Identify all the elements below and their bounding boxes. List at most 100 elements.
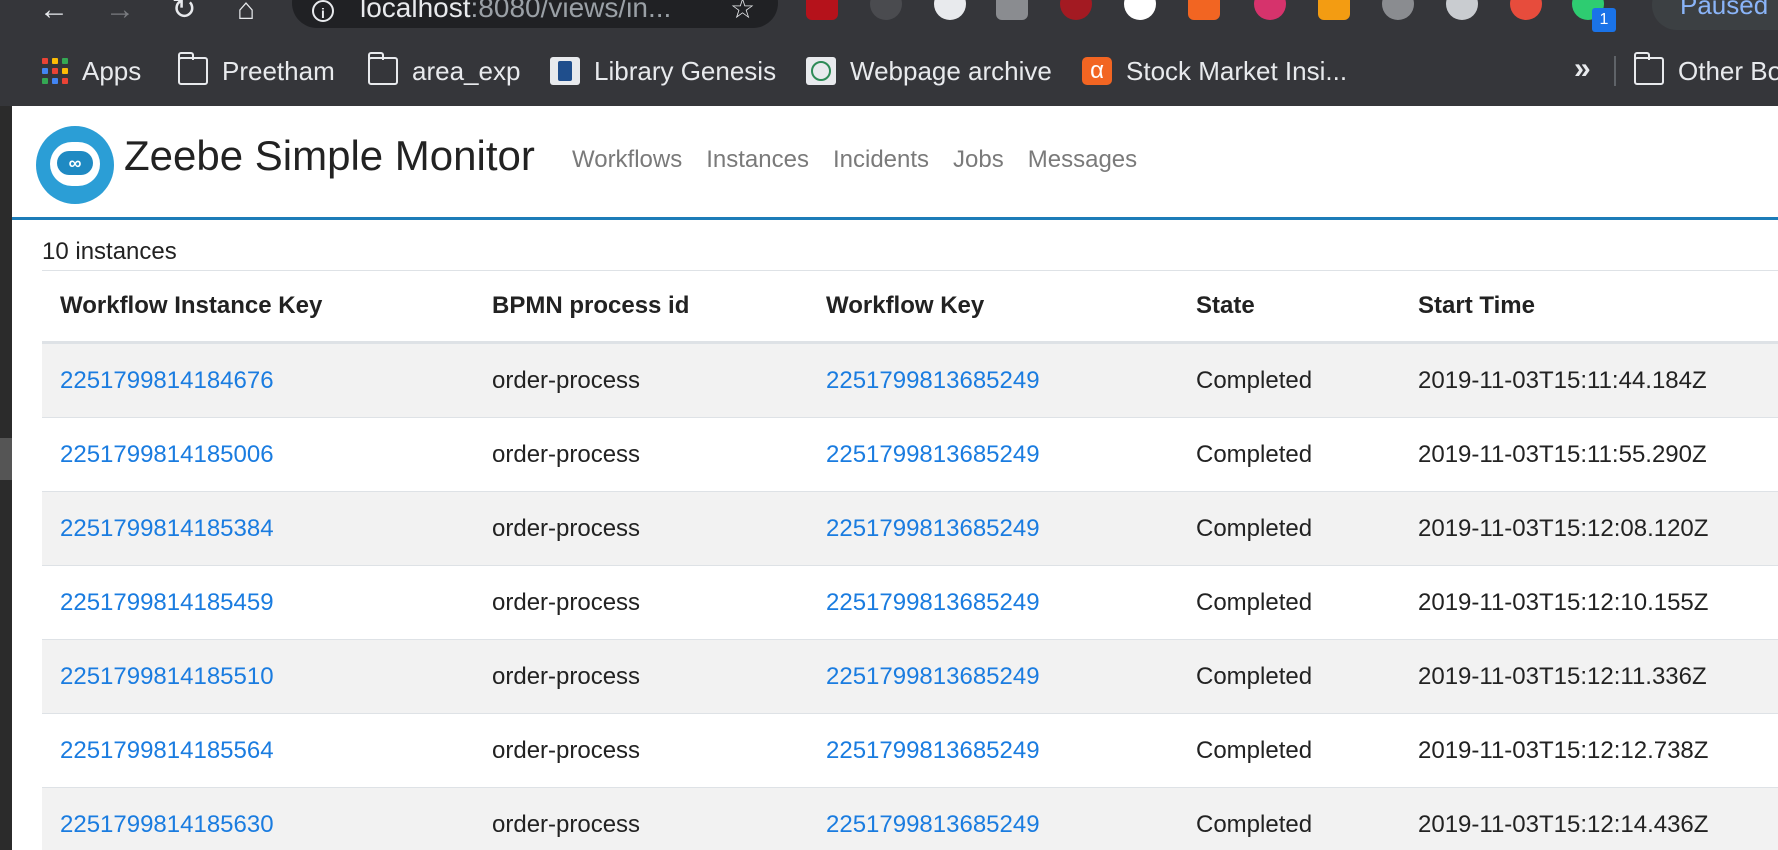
bookmark-other-bookmarks[interactable]: Other Bo	[1634, 52, 1778, 88]
rss-icon[interactable]	[1188, 0, 1220, 20]
nav-workflows[interactable]: Workflows	[572, 146, 682, 174]
bpmn-process-id-cell: order-process	[474, 713, 808, 788]
library-icon	[550, 57, 580, 85]
bookmark-star-icon[interactable]: ☆	[730, 0, 755, 25]
start-time-cell: 2019-11-03T15:12:10.155Z	[1400, 565, 1778, 640]
download-icon[interactable]	[1382, 0, 1414, 20]
extension-search-icon[interactable]	[870, 0, 902, 20]
zeebe-robot-logo-icon[interactable]: ∞	[36, 126, 114, 204]
start-time-cell: 2019-11-03T15:12:14.436Z	[1400, 787, 1778, 850]
workflow-key-link[interactable]: 2251799813685249	[826, 367, 1040, 394]
bpmn-process-id-cell: order-process	[474, 491, 808, 566]
workflow-key-link[interactable]: 2251799813685249	[826, 441, 1040, 468]
column-header-start-time: Start Time	[1400, 271, 1778, 344]
bookmark-preetham[interactable]: Preetham	[178, 52, 335, 88]
globe-icon	[806, 57, 836, 85]
state-cell: Completed	[1178, 787, 1400, 850]
instance-key-link[interactable]: 2251799814185630	[60, 811, 274, 838]
workflow-key-link[interactable]: 2251799813685249	[826, 663, 1040, 690]
reload-icon[interactable]: ↻	[166, 0, 202, 28]
page-viewport: ∞ Zeebe Simple Monitor Workflows Instanc…	[0, 106, 1778, 850]
state-cell: Completed	[1178, 342, 1400, 418]
alpha-icon: α	[1082, 57, 1112, 85]
table-row: 2251799814185564 order-process 225179981…	[42, 713, 1778, 788]
extension-alert-icon[interactable]	[1510, 0, 1542, 20]
bookmarks-bar: Apps Preetham area_exp Library Genesis W…	[0, 34, 1778, 106]
instance-key-link[interactable]: 2251799814185510	[60, 663, 274, 690]
background-window-edge	[0, 106, 12, 850]
instance-key-link[interactable]: 2251799814185006	[60, 441, 274, 468]
home-icon[interactable]: ⌂	[228, 0, 264, 28]
state-cell: Completed	[1178, 639, 1400, 714]
bookmark-area-exp[interactable]: area_exp	[368, 52, 520, 88]
instance-key-link[interactable]: 2251799814185459	[60, 589, 274, 616]
site-info-icon[interactable]: i	[312, 0, 334, 22]
instances-table: Workflow Instance Key BPMN process id Wo…	[42, 270, 1778, 850]
table-row: 2251799814185384 order-process 225179981…	[42, 491, 1778, 566]
state-cell: Completed	[1178, 713, 1400, 788]
folder-icon	[178, 52, 208, 85]
extension-circle-icon[interactable]	[934, 0, 966, 20]
column-header-instance-key: Workflow Instance Key	[42, 271, 474, 344]
start-time-cell: 2019-11-03T15:12:12.738Z	[1400, 713, 1778, 788]
start-time-cell: 2019-11-03T15:11:55.290Z	[1400, 417, 1778, 492]
app-navbar: ∞ Zeebe Simple Monitor Workflows Instanc…	[12, 106, 1778, 220]
app-title[interactable]: Zeebe Simple Monitor	[124, 132, 535, 180]
start-time-cell: 2019-11-03T15:12:11.336Z	[1400, 639, 1778, 714]
main-nav: Workflows Instances Incidents Jobs Messa…	[572, 146, 1161, 174]
workflow-key-link[interactable]: 2251799813685249	[826, 515, 1040, 542]
bookmarks-separator	[1614, 56, 1616, 86]
bookmarks-overflow-chevron-icon[interactable]: »	[1574, 52, 1591, 86]
workflow-key-link[interactable]: 2251799813685249	[826, 811, 1040, 838]
table-row: 2251799814185006 order-process 225179981…	[42, 417, 1778, 492]
state-cell: Completed	[1178, 417, 1400, 492]
column-header-workflow-key: Workflow Key	[808, 271, 1178, 344]
bpmn-process-id-cell: order-process	[474, 639, 808, 714]
extension-ublock-icon[interactable]	[1060, 0, 1092, 20]
start-time-cell: 2019-11-03T15:11:44.184Z	[1400, 342, 1778, 418]
instance-key-link[interactable]: 2251799814184676	[60, 367, 274, 394]
profile-paused-button[interactable]: Paused	[1652, 0, 1778, 30]
bpmn-process-id-cell: order-process	[474, 787, 808, 850]
bpmn-process-id-cell: order-process	[474, 417, 808, 492]
table-header-row: Workflow Instance Key BPMN process id Wo…	[42, 271, 1778, 344]
nav-messages[interactable]: Messages	[1028, 146, 1137, 174]
table-row: 2251799814184676 order-process 225179981…	[42, 342, 1778, 418]
bookmark-library-genesis[interactable]: Library Genesis	[550, 54, 776, 88]
state-cell: Completed	[1178, 491, 1400, 566]
start-time-cell: 2019-11-03T15:12:08.120Z	[1400, 491, 1778, 566]
extension-share-icon[interactable]	[1318, 0, 1350, 20]
extension-gear-icon[interactable]	[1446, 0, 1478, 20]
bookmark-webpage-archive[interactable]: Webpage archive	[806, 54, 1052, 88]
table-row: 2251799814185459 order-process 225179981…	[42, 565, 1778, 640]
extension-pocket-icon[interactable]	[1254, 0, 1286, 20]
extension-film-icon[interactable]	[996, 0, 1028, 20]
nav-jobs[interactable]: Jobs	[953, 146, 1004, 174]
folder-icon	[368, 52, 398, 85]
column-header-bpmn-process-id: BPMN process id	[474, 271, 808, 344]
state-cell: Completed	[1178, 565, 1400, 640]
table-row: 2251799814185510 order-process 225179981…	[42, 639, 1778, 714]
workflow-key-link[interactable]: 2251799813685249	[826, 589, 1040, 616]
extension-count-badge: 1	[1592, 8, 1616, 32]
extension-u-icon[interactable]	[806, 0, 838, 20]
instance-key-link[interactable]: 2251799814185384	[60, 515, 274, 542]
nav-incidents[interactable]: Incidents	[833, 146, 929, 174]
column-header-state: State	[1178, 271, 1400, 344]
table-row: 2251799814185630 order-process 225179981…	[42, 787, 1778, 850]
forward-arrow-icon[interactable]: →	[102, 0, 138, 28]
workflow-key-link[interactable]: 2251799813685249	[826, 737, 1040, 764]
browser-toolbar: ← → ↻ ⌂ i localhost:8080/views/in... ☆ 1…	[0, 0, 1778, 34]
nav-instances[interactable]: Instances	[706, 146, 809, 174]
extension-cloud-icon[interactable]	[1124, 0, 1156, 20]
address-bar[interactable]: i localhost:8080/views/in... ☆	[292, 0, 778, 28]
folder-icon	[1634, 52, 1664, 85]
bpmn-process-id-cell: order-process	[474, 565, 808, 640]
bookmark-stock-market[interactable]: α Stock Market Insi...	[1082, 54, 1347, 88]
instance-count: 10 instances	[42, 238, 177, 265]
back-arrow-icon[interactable]: ←	[36, 0, 72, 28]
url-text: localhost:8080/views/in...	[360, 0, 672, 23]
bpmn-process-id-cell: order-process	[474, 342, 808, 418]
bookmark-apps[interactable]: Apps	[42, 54, 141, 88]
instance-key-link[interactable]: 2251799814185564	[60, 737, 274, 764]
